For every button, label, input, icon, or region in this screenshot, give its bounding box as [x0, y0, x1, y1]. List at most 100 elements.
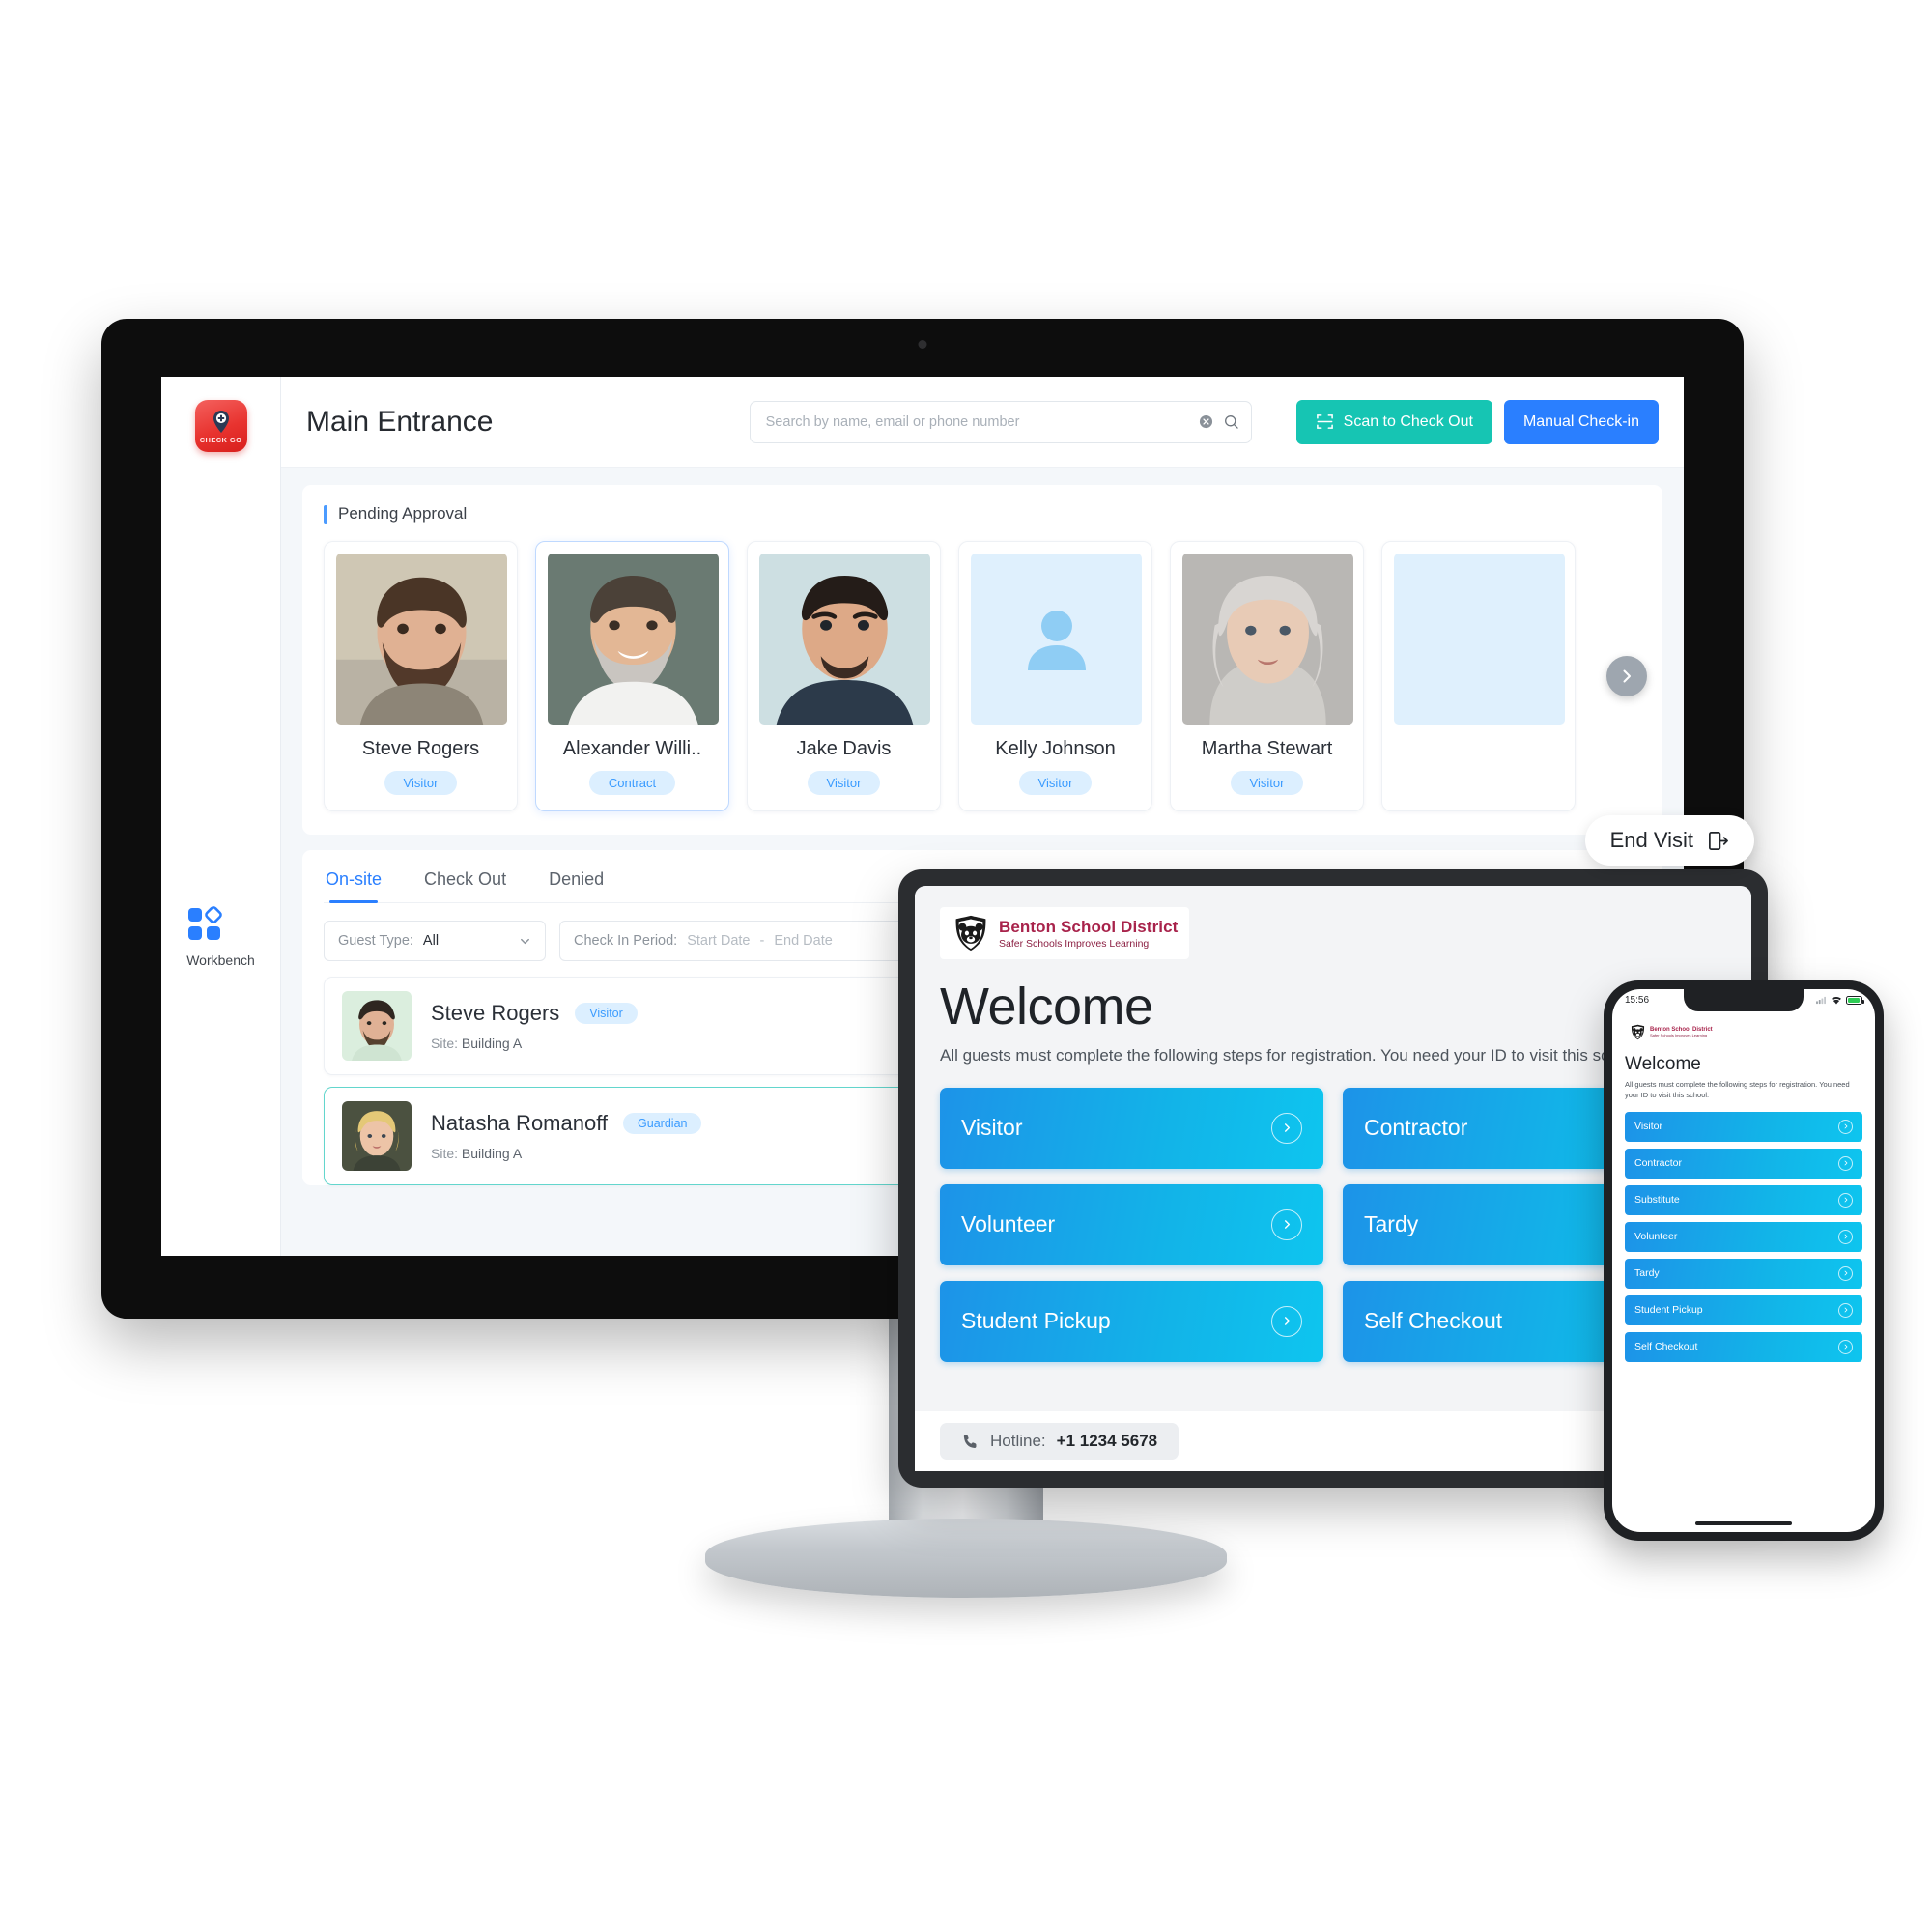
scan-icon	[1316, 414, 1333, 429]
row-site-value: Building A	[461, 1146, 523, 1161]
visit-type-tile-visitor[interactable]: Visitor	[1625, 1111, 1862, 1142]
chevron-right-icon	[1838, 1155, 1853, 1171]
tile-label: Self Checkout	[1364, 1308, 1503, 1334]
tile-label: Visitor	[961, 1115, 1023, 1141]
visit-type-tile-visitor[interactable]: Visitor	[940, 1087, 1323, 1169]
carousel-next-button[interactable]	[1606, 656, 1647, 696]
school-logo: Benton School District Safer Schools Imp…	[940, 907, 1190, 959]
chevron-right-icon	[1838, 1265, 1853, 1281]
school-tagline: Safer Schools Improves Learning	[999, 937, 1150, 950]
guest-type-label: Guest Type:	[338, 933, 413, 949]
search-box[interactable]	[749, 400, 1252, 443]
avatar	[759, 554, 930, 724]
chevron-right-icon	[1838, 1339, 1853, 1354]
tile-label: Visitor	[1634, 1121, 1662, 1133]
monitor-stand-base	[705, 1519, 1227, 1598]
row-site-value: Building A	[461, 1036, 523, 1051]
visit-type-tile-volunteer[interactable]: Volunteer	[940, 1183, 1323, 1265]
tab-denied[interactable]: Denied	[549, 869, 604, 902]
battery-icon	[1846, 996, 1864, 1005]
school-logo-text: Benton School District Safer Schools Imp…	[1650, 1027, 1713, 1037]
pending-card-name: Steve Rogers	[361, 738, 480, 759]
pending-card[interactable]	[1381, 541, 1576, 811]
school-logo-text: Benton School District Safer Schools Imp…	[999, 918, 1178, 950]
date-range-separator: -	[759, 933, 765, 949]
manual-check-in-button[interactable]: Manual Check-in	[1503, 399, 1659, 444]
tile-label: Self Checkout	[1634, 1341, 1698, 1353]
pending-card-badge: Visitor	[1230, 771, 1304, 795]
sidebar-item-workbench[interactable]: Workbench	[186, 906, 255, 968]
chevron-right-icon	[1838, 1192, 1853, 1208]
check-in-period-filter[interactable]: Check In Period: Start Date - End Date	[559, 921, 926, 961]
pending-card-badge: Contract	[588, 771, 676, 795]
guest-type-filter[interactable]: Guest Type: All	[324, 921, 546, 961]
visit-type-tile-volunteer[interactable]: Volunteer	[1625, 1221, 1862, 1252]
tile-label: Tardy	[1634, 1267, 1660, 1280]
hotline-label: Hotline:	[990, 1432, 1046, 1450]
pending-card[interactable]: Steve Rogers Visitor	[324, 541, 518, 811]
wifi-icon	[1832, 996, 1841, 1005]
tab-check-out[interactable]: Check Out	[424, 869, 506, 902]
brand-logo[interactable]: CHECK GO	[194, 400, 247, 452]
visit-type-tile-student-pickup[interactable]: Student Pickup	[940, 1280, 1323, 1362]
chevron-right-icon	[1271, 1208, 1302, 1240]
phone-content: Benton School District Safer Schools Imp…	[1612, 1011, 1875, 1362]
tile-label: Contractor	[1364, 1115, 1468, 1141]
scan-to-check-out-button[interactable]: Scan to Check Out	[1295, 399, 1492, 444]
visit-type-tile-student-pickup[interactable]: Student Pickup	[1625, 1294, 1862, 1325]
hotline-pill[interactable]: Hotline: +1 1234 5678	[940, 1423, 1179, 1460]
chevron-right-icon	[1838, 1119, 1853, 1134]
chevron-down-icon	[521, 938, 529, 944]
row-name: Steve Rogers	[431, 1001, 560, 1025]
pending-card-name: Alexander Willi..	[562, 738, 702, 759]
guest-type-value: All	[422, 933, 440, 949]
chevron-right-icon	[1838, 1229, 1853, 1244]
end-visit-button[interactable]: End Visit	[1584, 815, 1754, 866]
tile-label: Contractor	[1634, 1157, 1683, 1170]
search-icon[interactable]	[1224, 414, 1239, 430]
pending-cards-row: Steve Rogers Visitor Alexander Willi.. C…	[324, 541, 1647, 811]
pending-card[interactable]: Jake Davis Visitor	[747, 541, 941, 811]
search-input[interactable]	[765, 413, 1199, 430]
status-time: 15:56	[1625, 995, 1650, 1006]
topbar-actions: Scan to Check Out Manual Check-in	[1295, 399, 1659, 444]
status-badge: Guardian	[623, 1113, 702, 1134]
pending-card-name: Kelly Johnson	[995, 738, 1116, 759]
welcome-title: Welcome	[1625, 1054, 1701, 1074]
tab-on-site[interactable]: On-site	[326, 869, 382, 903]
pending-card[interactable]: Martha Stewart Visitor	[1170, 541, 1364, 811]
visit-type-tile-self-checkout[interactable]: Self Checkout	[1625, 1331, 1862, 1362]
row-site-label: Site:	[431, 1146, 459, 1161]
tile-label: Student Pickup	[961, 1308, 1111, 1334]
pending-card-name: Jake Davis	[796, 738, 892, 759]
clear-icon[interactable]	[1199, 414, 1213, 429]
bearded-man-photo	[336, 554, 507, 724]
manual-check-in-label: Manual Check-in	[1522, 412, 1639, 430]
man-portrait-photo	[342, 991, 412, 1061]
webcam-dot	[918, 340, 927, 349]
placeholder-avatar-icon	[1027, 610, 1086, 670]
tile-label: Volunteer	[961, 1211, 1056, 1237]
app-sidebar: CHECK GO Workbench	[161, 377, 281, 1256]
phone-icon	[963, 1434, 977, 1448]
welcome-subtitle: All guests must complete the following s…	[1625, 1080, 1850, 1099]
section-title: Pending Approval	[338, 504, 468, 523]
school-logo: Benton School District Safer Schools Imp…	[1625, 1021, 1718, 1043]
visit-type-tile-contractor[interactable]: Contractor	[1625, 1148, 1862, 1179]
older-woman-gray-hair-photo	[1182, 554, 1353, 724]
bear-shield-logo	[955, 915, 986, 952]
pending-card-badge: Visitor	[384, 771, 458, 795]
end-date-input[interactable]: End Date	[774, 933, 832, 949]
avatar	[971, 554, 1142, 724]
pending-card[interactable]: Alexander Willi.. Contract	[535, 541, 729, 811]
start-date-input[interactable]: Start Date	[687, 933, 750, 949]
avatar	[342, 1101, 412, 1171]
visit-type-tile-substitute[interactable]: Substitute	[1625, 1184, 1862, 1215]
smiling-man-gray-beard-photo	[548, 554, 719, 724]
avatar	[336, 554, 507, 724]
page-title: Main Entrance	[306, 405, 494, 438]
tile-label: Tardy	[1364, 1211, 1419, 1237]
bear-shield-logo	[1631, 1024, 1645, 1040]
pending-card[interactable]: Kelly Johnson Visitor	[958, 541, 1152, 811]
visit-type-tile-tardy[interactable]: Tardy	[1625, 1258, 1862, 1289]
